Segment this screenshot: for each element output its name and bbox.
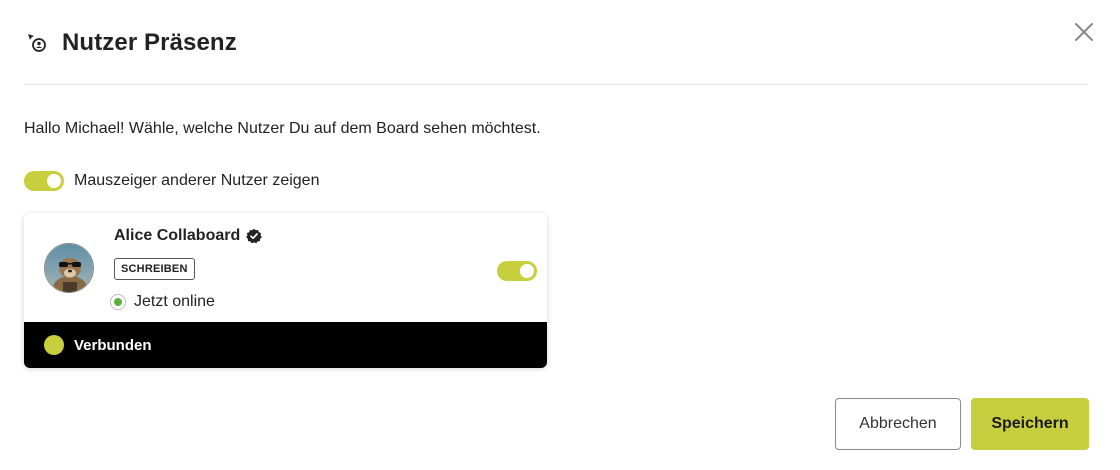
online-status-icon <box>110 294 126 310</box>
user-visibility-toggle[interactable] <box>497 261 537 281</box>
dialog-header: Nutzer Präsenz <box>24 26 237 60</box>
role-badge: SCHREIBEN <box>114 258 195 280</box>
dialog-title: Nutzer Präsenz <box>62 29 237 56</box>
avatar <box>44 243 94 293</box>
user-cursor-icon <box>24 30 50 56</box>
presence-dialog: Nutzer Präsenz Hallo Michael! Wähle, wel… <box>0 0 1120 470</box>
verified-badge-icon <box>246 228 263 244</box>
user-card: Alice Collaboard SCHREIBEN Jetzt online … <box>24 213 547 368</box>
user-name: Alice Collaboard <box>114 227 241 244</box>
user-name-row: Alice Collaboard <box>114 227 263 245</box>
toggle-knob <box>520 264 534 278</box>
close-icon <box>1075 23 1093 41</box>
show-cursors-toggle[interactable] <box>24 171 64 191</box>
toggle-knob <box>47 174 61 188</box>
show-cursors-setting: Mauszeiger anderer Nutzer zeigen <box>24 170 319 192</box>
connection-footer: Verbunden <box>24 322 547 368</box>
status-row: Jetzt online <box>110 292 215 312</box>
connection-status-text: Verbunden <box>74 336 152 354</box>
header-divider <box>24 84 1088 85</box>
save-button[interactable]: Speichern <box>971 398 1089 450</box>
status-text: Jetzt online <box>134 293 215 310</box>
intro-text: Hallo Michael! Wähle, welche Nutzer Du a… <box>24 120 541 137</box>
show-cursors-label: Mauszeiger anderer Nutzer zeigen <box>74 172 320 189</box>
cancel-button[interactable]: Abbrechen <box>835 398 961 450</box>
connection-status-icon <box>44 335 64 355</box>
online-indicator <box>114 298 122 306</box>
close-button[interactable] <box>1072 20 1096 44</box>
